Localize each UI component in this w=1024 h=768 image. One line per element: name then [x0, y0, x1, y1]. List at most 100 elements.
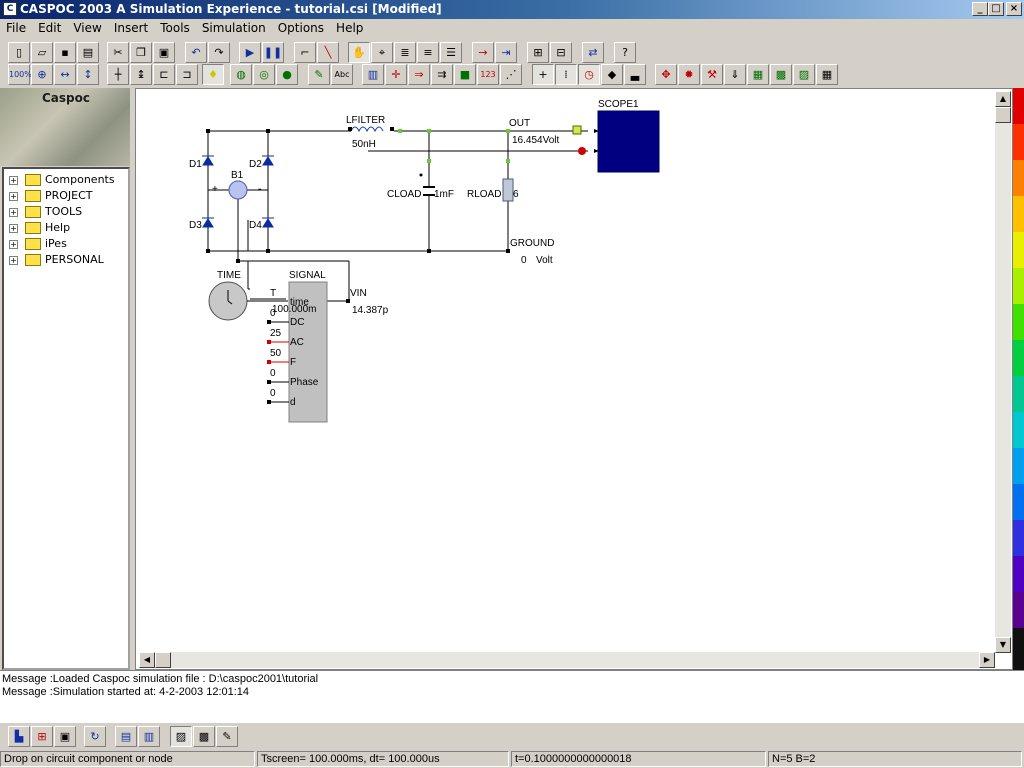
route-icon[interactable]: ⋰ [500, 64, 522, 85]
library-icon[interactable]: ⊟ [550, 42, 572, 63]
scope-display[interactable] [597, 110, 660, 173]
world-icon[interactable]: ◍ [230, 64, 252, 85]
table-icon[interactable]: ▦ [816, 64, 838, 85]
zoom-height-icon[interactable]: ↕ [77, 64, 99, 85]
light-bulb-icon[interactable]: ♦ [202, 64, 224, 85]
minimize-button[interactable]: _ [972, 2, 988, 16]
node-icon[interactable]: ⇉ [431, 64, 453, 85]
level-icon[interactable]: ▃ [624, 64, 646, 85]
block-icon[interactable]: ■ [454, 64, 476, 85]
open-folder-icon[interactable]: ▱ [31, 42, 53, 63]
arrow-tool-icon[interactable]: ⇒ [408, 64, 430, 85]
zoom-fit-icon[interactable]: ⊕ [31, 64, 53, 85]
clock-icon[interactable]: ◷ [578, 64, 600, 85]
schematic-canvas[interactable]: LFILTER 50nH OUT 16.454Volt SCOPE1 D1 D2… [135, 88, 1013, 670]
sort-icon[interactable]: ⇓ [724, 64, 746, 85]
rotate-icon[interactable]: ┼ [107, 64, 129, 85]
node-dot[interactable] [427, 159, 431, 163]
diode-d3[interactable] [202, 218, 214, 228]
menu-simulation[interactable]: Simulation [196, 19, 272, 37]
print-icon[interactable]: ▤ [77, 42, 99, 63]
port-pin[interactable] [267, 340, 271, 344]
redo-icon[interactable]: ↷ [208, 42, 230, 63]
scope-input-square[interactable] [572, 125, 582, 135]
expand-icon[interactable]: + [9, 240, 18, 249]
distribute-icon[interactable]: ⊐ [176, 64, 198, 85]
crosshair-icon[interactable]: ✛ [385, 64, 407, 85]
menu-file[interactable]: File [0, 19, 32, 37]
pen-icon[interactable]: ✎ [308, 64, 330, 85]
chip-view-icon[interactable]: ▣ [54, 726, 76, 747]
expand-icon[interactable]: + [9, 224, 18, 233]
port-pin[interactable] [267, 360, 271, 364]
probe-icon[interactable]: ⌖ [371, 42, 393, 63]
list-edit-icon[interactable]: ≡ [417, 42, 439, 63]
maximize-button[interactable]: □ [988, 2, 1004, 16]
node-dot[interactable] [398, 129, 402, 133]
port-pin[interactable] [267, 320, 271, 324]
diode-d4[interactable] [262, 218, 274, 228]
cursor-cross-icon[interactable]: + [532, 64, 554, 85]
expand-icon[interactable]: + [9, 256, 18, 265]
menu-help[interactable]: Help [330, 19, 369, 37]
tile-vertical-icon[interactable]: ▥ [138, 726, 160, 747]
save-icon[interactable]: ▪ [54, 42, 76, 63]
memory-icon[interactable]: ▨ [793, 64, 815, 85]
port-pin[interactable] [346, 299, 350, 303]
chip-alt-icon[interactable]: ▩ [770, 64, 792, 85]
resistor-rload[interactable] [502, 178, 514, 202]
port-pin[interactable] [267, 380, 271, 384]
edit-view-icon[interactable]: ✎ [216, 726, 238, 747]
network-icon[interactable]: ◎ [253, 64, 275, 85]
menu-tools[interactable]: Tools [154, 19, 196, 37]
scroll-up-icon[interactable]: ▲ [995, 91, 1011, 107]
connect-right-icon[interactable]: → [472, 42, 494, 63]
horizontal-scrollbar[interactable]: ◀ ▶ [139, 652, 995, 668]
pause-simulation-icon[interactable]: ❚❚ [262, 42, 284, 63]
scroll-down-icon[interactable]: ▼ [995, 637, 1011, 653]
text-tool-icon[interactable]: Abc [331, 64, 353, 85]
numbering-icon[interactable]: 123 [477, 64, 499, 85]
new-file-icon[interactable]: ▯ [8, 42, 30, 63]
export-icon[interactable]: ⇄ [582, 42, 604, 63]
close-button[interactable]: × [1006, 2, 1022, 16]
expand-icon[interactable]: + [9, 192, 18, 201]
voltage-source-b1[interactable] [228, 180, 248, 200]
wire-draw-icon[interactable]: ⌐ [294, 42, 316, 63]
tile-horizontal-icon[interactable]: ▤ [115, 726, 137, 747]
bar-chart-icon[interactable]: ▥ [362, 64, 384, 85]
port-pin[interactable] [267, 400, 271, 404]
component-move-icon[interactable]: ✥ [655, 64, 677, 85]
paint-icon[interactable]: ◆ [601, 64, 623, 85]
node-dot[interactable] [506, 159, 510, 163]
menu-view[interactable]: View [67, 19, 107, 37]
hierarchy-icon[interactable]: ⊞ [31, 726, 53, 747]
menu-insert[interactable]: Insert [108, 19, 154, 37]
align-icon[interactable]: ⊏ [153, 64, 175, 85]
component-icon[interactable]: ⊞ [527, 42, 549, 63]
scroll-right-icon[interactable]: ▶ [979, 652, 995, 668]
properties-icon[interactable]: ☰ [440, 42, 462, 63]
node-dot[interactable] [427, 129, 431, 133]
undo-icon[interactable]: ↶ [185, 42, 207, 63]
scroll-thumb[interactable] [995, 107, 1011, 123]
tool-icon[interactable]: ⚒ [701, 64, 723, 85]
window-icon[interactable]: ▙ [8, 726, 30, 747]
chip-icon[interactable]: ▦ [747, 64, 769, 85]
copy-icon[interactable]: ❐ [130, 42, 152, 63]
zoom-width-icon[interactable]: ↔ [54, 64, 76, 85]
zoom-100-icon[interactable]: 100% [8, 64, 32, 85]
scope-input-dot[interactable] [578, 147, 586, 155]
scroll-left-icon[interactable]: ◀ [139, 652, 155, 668]
app-icon[interactable]: C [3, 2, 17, 16]
globe-icon[interactable]: ● [276, 64, 298, 85]
run-simulation-icon[interactable]: ▶ [239, 42, 261, 63]
scroll-thumb[interactable] [155, 652, 171, 668]
list-icon[interactable]: ≣ [394, 42, 416, 63]
refresh-icon[interactable]: ↻ [84, 726, 106, 747]
paste-icon[interactable]: ▣ [153, 42, 175, 63]
diode-d2[interactable] [262, 156, 274, 166]
fire-icon[interactable]: ✹ [678, 64, 700, 85]
diode-d1[interactable] [202, 156, 214, 166]
expand-icon[interactable]: + [9, 176, 18, 185]
